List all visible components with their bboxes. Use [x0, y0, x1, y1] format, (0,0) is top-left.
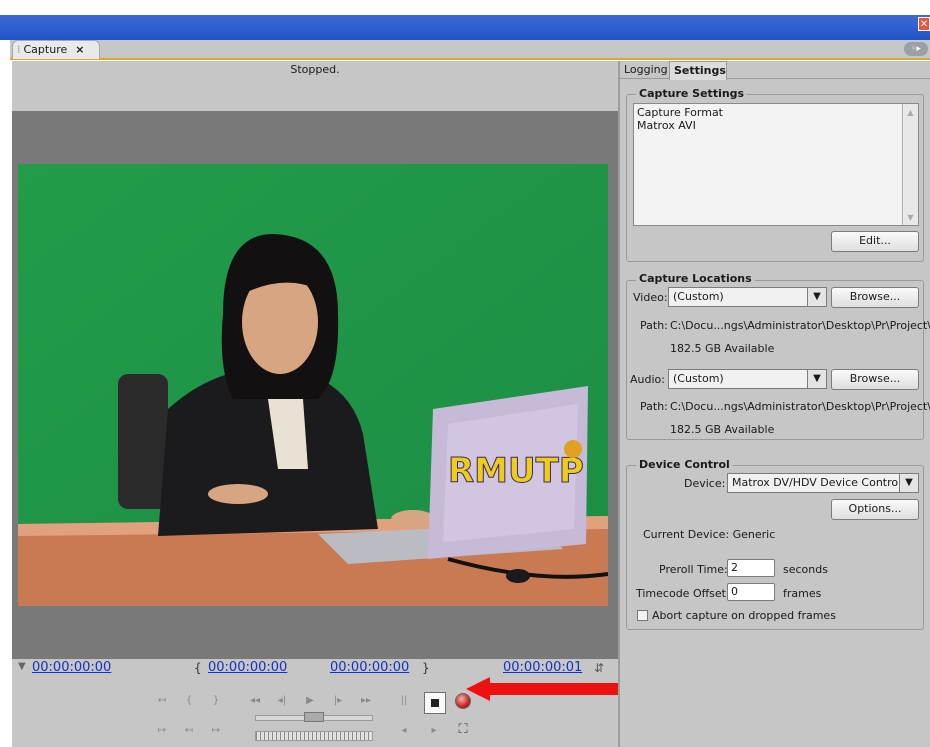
capture-format-label: Capture Format: [637, 106, 723, 119]
set-out-alt-button[interactable]: ↦: [206, 722, 226, 740]
tab-capture[interactable]: ⁞ Capture ×: [12, 40, 100, 59]
capture-status: Stopped.: [290, 63, 340, 76]
window-title-bar: [0, 0, 930, 40]
tab-close-icon[interactable]: ×: [75, 43, 84, 56]
tab-capture-label: Capture: [23, 43, 68, 56]
go-to-out-button[interactable]: }: [206, 692, 226, 710]
timecode-offset-input[interactable]: 0: [727, 583, 775, 601]
title-bar-fill: [0, 15, 930, 40]
step-forward-button[interactable]: |▸: [328, 692, 348, 710]
device-label: Device:: [684, 477, 726, 490]
scene-detect-icon[interactable]: ⛶: [454, 722, 472, 740]
set-in-button[interactable]: ↤: [152, 692, 172, 710]
video-preview: RMUTP: [18, 164, 608, 606]
capture-settings-title: Capture Settings: [636, 87, 748, 100]
device-control-title: Device Control: [636, 458, 733, 471]
device-value: Matrox DV/HDV Device Control: [732, 476, 902, 489]
panel-tab-strip: [10, 40, 930, 60]
timecode-offset-label: Timecode Offset:: [636, 587, 730, 600]
out-point-marker-icon: }: [422, 661, 430, 675]
tab-logging[interactable]: Logging: [622, 62, 668, 79]
stop-button[interactable]: [424, 692, 446, 714]
timecode-out-point[interactable]: 00:00:00:00: [208, 660, 287, 675]
video-path-value: C:\Docu...ngs\Administrator\Desktop\Pr\P…: [670, 319, 930, 332]
preroll-time-input[interactable]: 2: [727, 559, 775, 577]
preroll-time-label: Preroll Time:: [659, 563, 728, 576]
scene-search-left-button[interactable]: ◂: [394, 722, 414, 740]
rewind-button[interactable]: ◂◂: [245, 692, 265, 710]
audio-location-label: Audio:: [630, 373, 665, 386]
audio-location-value: (Custom): [673, 372, 724, 385]
scene-search-right-button[interactable]: ▸: [424, 722, 444, 740]
abort-dropped-frames-label: Abort capture on dropped frames: [652, 609, 836, 622]
go-to-in-button[interactable]: {: [179, 692, 199, 710]
dropdown-arrow-icon[interactable]: ▼: [899, 474, 918, 492]
video-available-space: 182.5 GB Available: [670, 342, 775, 355]
stop-icon: [431, 699, 439, 707]
video-location-label: Video:: [633, 291, 668, 304]
dropdown-arrow-icon[interactable]: ▼: [807, 370, 826, 388]
capture-format-value: Matrox AVI: [637, 119, 696, 132]
scroll-up-icon[interactable]: ▲: [903, 108, 918, 117]
current-device-label: Current Device: Generic: [643, 528, 776, 541]
video-location-value: (Custom): [673, 290, 724, 303]
duration-icon: ⇵: [594, 661, 605, 675]
video-frame-image: RMUTP: [18, 164, 608, 606]
edit-capture-format-button[interactable]: Edit...: [831, 231, 919, 252]
drag-grip-icon[interactable]: ⁞: [17, 43, 21, 56]
window-close-button[interactable]: ✕: [918, 17, 930, 31]
video-browse-button[interactable]: Browse...: [831, 287, 919, 308]
annotation-arrow-head: [466, 677, 490, 701]
svg-text:RMUTP: RMUTP: [448, 451, 584, 491]
device-select[interactable]: Matrox DV/HDV Device Control ▼: [727, 473, 919, 493]
pause-button[interactable]: ||: [394, 692, 414, 710]
abort-dropped-frames-checkbox[interactable]: [637, 610, 648, 621]
video-path-label: Path:: [640, 319, 668, 332]
step-back-button[interactable]: ◂|: [272, 692, 292, 710]
in-point-marker-icon: {: [194, 661, 202, 675]
tab-settings[interactable]: Settings: [669, 61, 727, 80]
fast-forward-button[interactable]: ▸▸: [356, 692, 376, 710]
collapse-triangle-icon[interactable]: ▼: [18, 661, 26, 672]
audio-location-select[interactable]: (Custom) ▼: [668, 369, 827, 389]
dropdown-arrow-icon[interactable]: ▼: [807, 288, 826, 306]
audio-available-space: 182.5 GB Available: [670, 423, 775, 436]
preroll-unit: seconds: [783, 563, 828, 576]
device-options-button[interactable]: Options...: [831, 499, 919, 520]
set-in-alt-button[interactable]: ↤: [179, 722, 199, 740]
timecode-current[interactable]: 00:00:00:00: [330, 660, 409, 675]
play-button[interactable]: ▶: [300, 692, 320, 710]
scroll-down-icon[interactable]: ▼: [903, 213, 918, 222]
shuttle-handle[interactable]: [304, 712, 324, 722]
timecode-in-point[interactable]: 00:00:00:00: [32, 660, 111, 675]
panel-menu-button[interactable]: ◦▸: [904, 42, 928, 56]
capture-format-box: Capture Format Matrox AVI: [633, 103, 919, 226]
audio-path-label: Path:: [640, 400, 668, 413]
timecode-duration[interactable]: 00:00:00:01: [503, 660, 582, 675]
timecode-offset-unit: frames: [783, 587, 822, 600]
video-location-select[interactable]: (Custom) ▼: [668, 287, 827, 307]
audio-path-value: C:\Docu...ngs\Administrator\Desktop\Pr\P…: [670, 400, 930, 413]
capture-locations-title: Capture Locations: [636, 272, 755, 285]
jog-control[interactable]: [255, 731, 373, 741]
audio-browse-button[interactable]: Browse...: [831, 369, 919, 390]
capture-format-scrollbar[interactable]: ▲ ▼: [902, 104, 918, 225]
set-out-button[interactable]: ↦: [152, 722, 172, 740]
